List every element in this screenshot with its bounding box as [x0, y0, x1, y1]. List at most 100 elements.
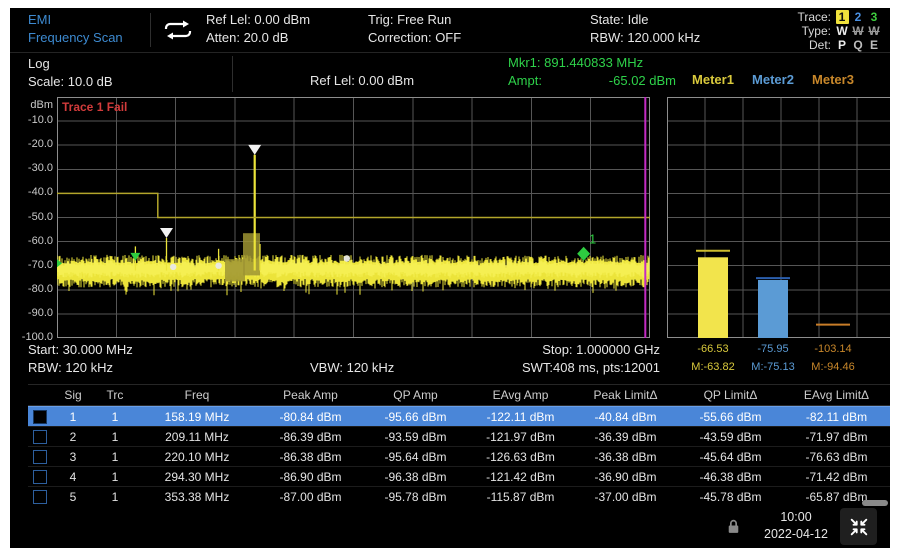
vbw-readout[interactable]: VBW: 120 kHz [310, 359, 394, 377]
table-cell: -46.38 dBm [678, 470, 783, 484]
checkbox-cell [28, 450, 52, 464]
table-cell: -37.00 dBm [573, 490, 678, 504]
table-cell: -121.97 dBm [468, 430, 573, 444]
peak-marker-dot [215, 263, 221, 269]
ref-atten-block[interactable]: Ref Lel: 0.00 dBm Atten: 20.0 dB [206, 11, 310, 47]
table-cell: -121.42 dBm [468, 470, 573, 484]
marker1-number: 1 [589, 232, 596, 247]
y-tick-label: -70.0 [10, 259, 53, 271]
trace-2-selector[interactable]: 2 [850, 10, 866, 24]
scale-block[interactable]: Log Scale: 10.0 dB [28, 55, 113, 91]
table-cell: -95.78 dBm [363, 490, 468, 504]
column-header: Peak LimitΔ [573, 388, 678, 402]
type-1-value: W [836, 24, 849, 38]
spectrum-plot[interactable]: 1 [57, 97, 650, 338]
divider [232, 56, 233, 92]
clock: 10:00 2022-04-12 [746, 509, 846, 543]
peak-marker-triangle [160, 228, 173, 238]
rbw-readout[interactable]: RBW: 120 kHz [28, 359, 113, 377]
checkbox-cell [28, 470, 52, 484]
meter2-value: -75.95 [741, 343, 805, 355]
meter1-max-value: M:-63.82 [681, 361, 745, 373]
table-row[interactable]: 41294.30 MHz-86.90 dBm-96.38 dBm-121.42 … [28, 466, 890, 486]
trace-1-selector[interactable]: 1 [834, 10, 850, 24]
meter3-label[interactable]: Meter3 [801, 72, 865, 87]
table-cell: -95.66 dBm [363, 410, 468, 424]
collapse-button[interactable] [840, 508, 877, 545]
analyzer-screen: EMI Frequency Scan Ref Lel: 0.00 dBm Att… [10, 8, 890, 548]
row-checkbox[interactable] [33, 430, 47, 444]
legend-row-type: Type:WWW [797, 24, 882, 38]
table-cell: -86.38 dBm [258, 450, 363, 464]
ref-level-2: Ref Lel: 0.00 dBm [310, 72, 414, 90]
column-header: Freq [136, 388, 258, 402]
trace-3-value: 3 [868, 10, 881, 24]
start-freq[interactable]: Start: 30.000 MHz [28, 341, 133, 359]
legend-row-det: Det:PQE [797, 38, 882, 52]
stop-freq[interactable]: Stop: 1.000000 GHz [470, 341, 660, 359]
y-tick-label: -80.0 [10, 283, 53, 295]
table-cell: -96.38 dBm [363, 470, 468, 484]
table-cell: -36.90 dBm [573, 470, 678, 484]
table-cell: -43.59 dBm [678, 430, 783, 444]
type-2-selector[interactable]: W [850, 24, 866, 38]
table-cell: 4 [52, 470, 94, 484]
y-tick-label: -90.0 [10, 307, 53, 319]
type-3-selector[interactable]: W [866, 24, 882, 38]
table-cell: -55.66 dBm [678, 410, 783, 424]
row-checkbox[interactable] [33, 470, 47, 484]
det-1-selector[interactable]: P [834, 38, 850, 52]
time-value: 10:00 [746, 509, 846, 526]
state-block: State: Idle RBW: 120.000 kHz [590, 11, 700, 47]
peak-marker-dot [344, 255, 350, 261]
row-checkbox[interactable] [33, 410, 47, 424]
marker-readout: Mkr1: 891.440833 MHz Ampt: -65.02 dBm [508, 54, 676, 90]
row-checkbox[interactable] [33, 490, 47, 504]
table-row[interactable]: 51353.38 MHz-87.00 dBm-95.78 dBm-115.87 … [28, 486, 890, 506]
column-header: Peak Amp [258, 388, 363, 402]
signal-zone [243, 233, 260, 275]
legend-row-trace: Trace:123 [797, 10, 882, 24]
checkbox-cell [28, 430, 52, 444]
mode-label[interactable]: EMI Frequency Scan [28, 11, 123, 47]
subheader-bar: Log Scale: 10.0 dB Ref Lel: 0.00 dBm Mkr… [10, 53, 890, 95]
meter1-bar [698, 257, 728, 338]
y-tick-label: -40.0 [10, 186, 53, 198]
table-cell: -82.11 dBm [783, 410, 890, 424]
marker-freq: Mkr1: 891.440833 MHz [508, 54, 676, 72]
table-row[interactable]: 31220.10 MHz-86.38 dBm-95.64 dBm-126.63 … [28, 446, 890, 466]
trig-block[interactable]: Trig: Free Run Correction: OFF [368, 11, 461, 47]
table-cell: 1 [94, 470, 136, 484]
det-3-selector[interactable]: E [866, 38, 882, 52]
table-cell: -95.64 dBm [363, 450, 468, 464]
table-cell: -86.39 dBm [258, 430, 363, 444]
det-2-selector[interactable]: Q [850, 38, 866, 52]
table-cell: 209.11 MHz [136, 430, 258, 444]
type-1-selector[interactable]: W [834, 24, 850, 38]
type-3-value: W [868, 24, 881, 38]
legend-label-trace: Trace: [797, 10, 831, 24]
table-row[interactable]: 11158.19 MHz-80.84 dBm-95.66 dBm-122.11 … [28, 406, 890, 426]
table-cell: -76.63 dBm [783, 450, 890, 464]
taskbar: ? 10:00 2022-04-12 [10, 506, 890, 548]
signal-zone [225, 259, 245, 281]
meter1-label[interactable]: Meter1 [681, 72, 745, 87]
continuous-sweep-icon[interactable] [160, 18, 196, 45]
table-cell: -45.78 dBm [678, 490, 783, 504]
table-cell: 1 [52, 410, 94, 424]
table-cell: 220.10 MHz [136, 450, 258, 464]
table-cell: -36.38 dBm [573, 450, 678, 464]
collapse-arrows-icon [848, 516, 870, 538]
sweep-time: SWT:408 ms, pts:12001 [470, 359, 660, 377]
table-header-row: SigTrcFreqPeak AmpQP AmpEAvg AmpPeak Lim… [28, 385, 890, 406]
table-cell: -126.63 dBm [468, 450, 573, 464]
det-2-value: Q [852, 38, 865, 52]
meter2-label[interactable]: Meter2 [741, 72, 805, 87]
mode-sub-name: Frequency Scan [28, 29, 123, 47]
row-checkbox[interactable] [33, 450, 47, 464]
meter-bars-panel [667, 97, 890, 338]
trig-value: Trig: Free Run [368, 11, 461, 29]
trace-3-selector[interactable]: 3 [866, 10, 882, 24]
meter1-value: -66.53 [681, 343, 745, 355]
table-row[interactable]: 21209.11 MHz-86.39 dBm-93.59 dBm-121.97 … [28, 426, 890, 446]
